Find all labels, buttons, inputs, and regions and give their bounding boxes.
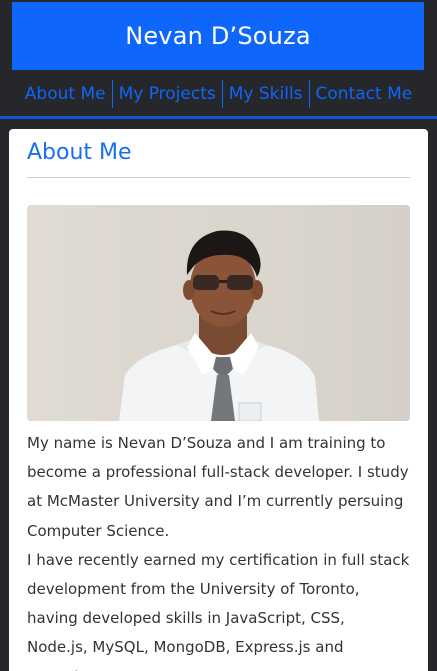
nav-underline — [0, 116, 437, 119]
nav-link-my-skills[interactable]: My Skills — [223, 80, 309, 108]
section-title: About Me — [27, 140, 132, 165]
bio-paragraph: My name is Nevan D’Souza and I am traini… — [27, 434, 409, 540]
bio-text: My name is Nevan D’Souza and I am traini… — [27, 429, 410, 671]
page-title: Nevan D’Souza — [125, 22, 311, 50]
nav-link-about-me[interactable]: About Me — [19, 80, 112, 108]
profile-photo — [27, 205, 410, 421]
nav-link-contact-me[interactable]: Contact Me — [310, 80, 419, 108]
bio-paragraph: I have recently earned my certification … — [27, 550, 410, 671]
nav-link-my-projects[interactable]: My Projects — [113, 80, 222, 108]
header-banner: Nevan D’Souza — [12, 2, 424, 70]
section-divider — [27, 177, 410, 178]
main-nav: About Me My Projects My Skills Contact M… — [0, 76, 437, 112]
about-section: About Me My name is Nevan D’Souza and I … — [9, 129, 428, 671]
profile-photo-illustration — [27, 205, 410, 421]
page: Nevan D’Souza About Me My Projects My Sk… — [0, 0, 437, 671]
